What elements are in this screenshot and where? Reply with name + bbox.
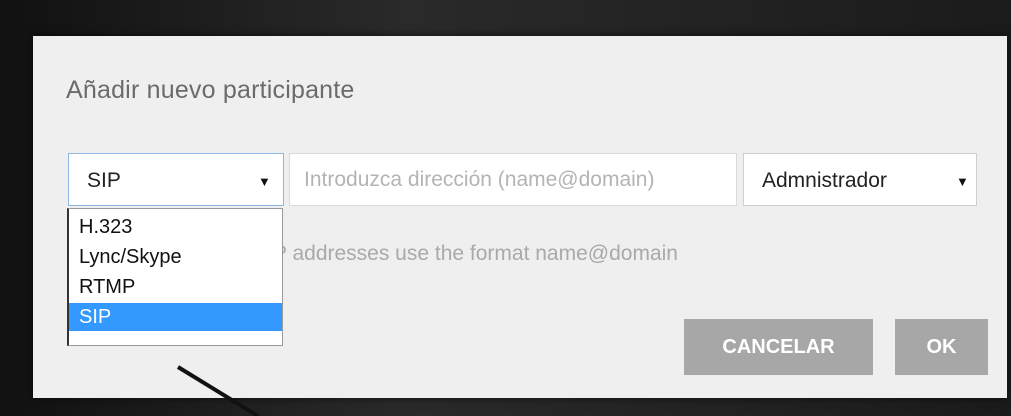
annotation-pointer-line	[176, 365, 260, 416]
